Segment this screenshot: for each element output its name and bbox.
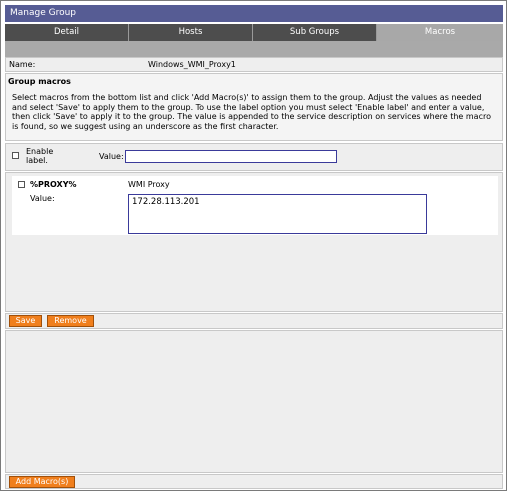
tab-content-header (5, 41, 503, 57)
add-macro-row: Add Macro(s) (5, 474, 503, 489)
window-content: Manage Group Detail Hosts Sub Groups Mac… (5, 5, 503, 489)
manage-group-window: Manage Group Detail Hosts Sub Groups Mac… (0, 0, 507, 491)
macro-value-textarea[interactable]: 172.28.113.201 (128, 194, 427, 234)
group-name-value: Windows_WMI_Proxy1 (148, 60, 236, 69)
section-title: Group macros (8, 77, 71, 86)
group-macros-section: Group macros Select macros from the bott… (5, 73, 503, 141)
assigned-macros-area: %PROXY% WMI Proxy Value: 172.28.113.201 (5, 172, 503, 312)
macro-select-checkbox[interactable] (18, 181, 25, 188)
tab-bar: Detail Hosts Sub Groups Macros (5, 24, 503, 41)
label-option-row: Enable label. Value: (5, 143, 503, 171)
macro-item: %PROXY% WMI Proxy Value: 172.28.113.201 (12, 176, 498, 235)
add-macros-button[interactable]: Add Macro(s) (9, 476, 75, 488)
action-button-row: Save Remove (5, 313, 503, 329)
label-value-input[interactable] (125, 150, 337, 163)
group-name-label: Name: (9, 60, 36, 69)
group-name-row: Name: Windows_WMI_Proxy1 (5, 57, 503, 72)
macro-value-label: Value: (30, 194, 55, 203)
window-title: Manage Group (5, 5, 503, 22)
available-macros-list[interactable] (5, 330, 503, 473)
enable-label-text: Enable label. (26, 147, 54, 165)
enable-label-checkbox[interactable] (12, 152, 19, 159)
label-value-label: Value: (99, 152, 124, 161)
tab-detail[interactable]: Detail (5, 24, 129, 41)
tab-sub-groups[interactable]: Sub Groups (253, 24, 377, 41)
save-button[interactable]: Save (9, 315, 42, 327)
tab-hosts[interactable]: Hosts (129, 24, 253, 41)
instructions-text: Select macros from the bottom list and c… (12, 93, 491, 131)
macro-name: %PROXY% (30, 180, 77, 189)
remove-button[interactable]: Remove (47, 315, 94, 327)
macro-description: WMI Proxy (128, 180, 170, 189)
tab-macros[interactable]: Macros (377, 24, 503, 41)
